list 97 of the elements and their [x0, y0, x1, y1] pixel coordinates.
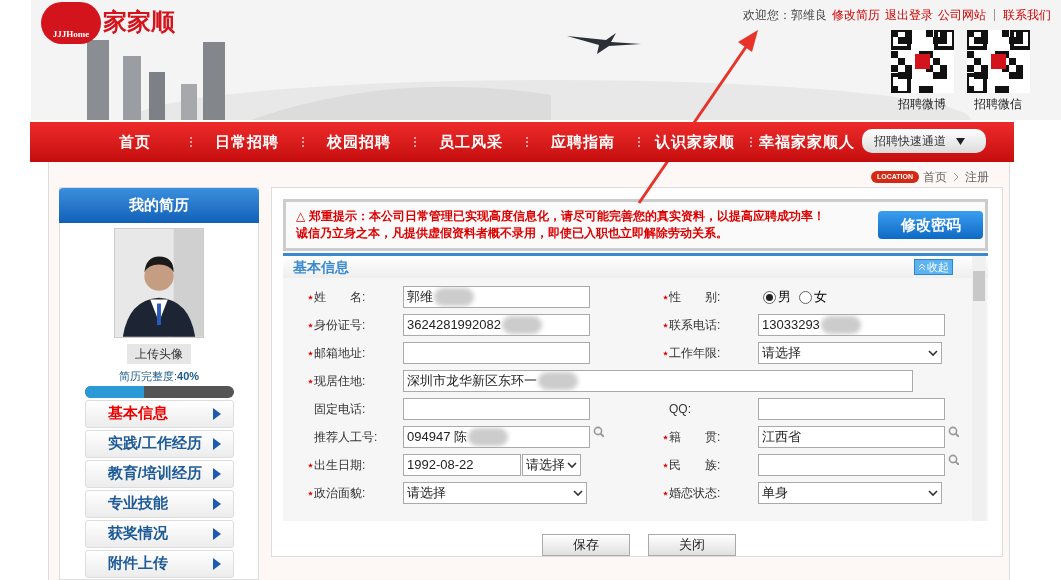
chevron-icon	[918, 262, 926, 272]
header-link[interactable]: 修改简历	[832, 6, 880, 24]
form-button[interactable]: 保存	[542, 534, 630, 556]
logo-text: 家家顺	[103, 7, 175, 37]
field-label: 身份证号:	[314, 317, 366, 334]
breadcrumb-item[interactable]: 首页	[923, 168, 947, 186]
arrow-icon	[212, 437, 221, 450]
field-label: 推荐人工号:	[314, 429, 378, 446]
sidebar-item[interactable]: 附件上传	[84, 549, 234, 578]
field-value: 3624281992082	[407, 316, 501, 335]
quick-channel-select[interactable]: 招聘快速通道	[862, 129, 986, 153]
arrow-icon	[212, 527, 221, 540]
welcome-text: 欢迎您：郭维良	[743, 7, 827, 24]
field-label: 婚恋状态:	[669, 485, 721, 502]
arrow-icon	[212, 557, 221, 570]
select-value: 请选择	[762, 344, 801, 363]
caret-icon	[956, 137, 965, 145]
chevron-down-icon	[928, 349, 938, 357]
sidebar-item[interactable]: 专业技能	[84, 489, 234, 518]
nav-item[interactable]: 幸福家家顺人	[757, 130, 857, 154]
breadcrumb-item[interactable]: 注册	[965, 168, 989, 186]
arrow-icon	[212, 497, 221, 510]
notice-text: △ 郑重提示：本公司日常管理已实现高度信息化，请尽可能完善您的真实资料，以提高应聘成功率！	[296, 208, 827, 225]
field-value: 094947 陈	[407, 428, 467, 447]
nav-item[interactable]: 首页	[85, 130, 185, 154]
input-field[interactable]: 13033293	[758, 314, 945, 336]
input-field[interactable]	[758, 398, 945, 420]
qr-label: 招聘微博	[898, 96, 946, 113]
header-link[interactable]: 退出登录	[885, 6, 933, 24]
select-value: 单身	[762, 484, 788, 503]
nav-item[interactable]: 应聘指南	[533, 130, 633, 154]
radio-option[interactable]: 男	[763, 287, 791, 307]
field-label: 民 族:	[669, 457, 721, 474]
qr-code-icon	[966, 30, 1030, 93]
sidebar-item[interactable]: 教育/培训经历	[84, 459, 234, 488]
sidebar-item[interactable]: 获奖情况	[84, 519, 234, 548]
arrow-icon	[212, 407, 221, 420]
sidebar-title: 我的简历	[59, 188, 259, 223]
field-label: QQ:	[669, 401, 691, 418]
notice-text: 诚信乃立身之本，凡提供虚假资料者概不录用，即使已入职也立即解除劳动关系。	[296, 225, 729, 242]
scrollbar-thumb[interactable]	[973, 271, 985, 301]
field-label: 联系电话:	[669, 317, 721, 334]
input-field[interactable]: 094947 陈	[403, 426, 590, 448]
change-password-button[interactable]: 修改密码	[878, 211, 983, 239]
field-value: 郭维	[407, 288, 433, 307]
select-field[interactable]: 请选择	[758, 342, 942, 364]
input-field[interactable]: 深圳市龙华新区东环一	[403, 370, 913, 392]
select-field[interactable]: 请选择	[403, 482, 587, 504]
select-field[interactable]: 单身	[758, 482, 942, 504]
select-field[interactable]: 请选择	[522, 454, 581, 476]
input-field[interactable]: 江西省	[758, 426, 945, 448]
input-field[interactable]	[403, 342, 590, 364]
field-label: 现居住地:	[314, 373, 366, 390]
radio-button[interactable]	[763, 290, 776, 304]
field-label: 工作年限:	[669, 345, 721, 362]
radio-option[interactable]: 女	[799, 287, 827, 307]
select-value: 请选择	[526, 456, 565, 475]
input-field[interactable]: 3624281992082	[403, 314, 590, 336]
scrollbar[interactable]	[972, 256, 986, 521]
field-label: 出生日期:	[314, 457, 366, 474]
completeness-text: 简历完整度:40%	[118, 369, 200, 384]
field-value: 13033293	[762, 316, 820, 335]
field-label: 性 别:	[669, 289, 721, 306]
input-field[interactable]: 郭维	[403, 286, 590, 308]
chevron-down-icon	[567, 461, 577, 469]
qr-label: 招聘微信	[974, 96, 1022, 113]
nav-item[interactable]: 员工风采	[421, 130, 521, 154]
field-value: 深圳市龙华新区东环一	[407, 372, 537, 391]
chevron-down-icon	[573, 489, 583, 497]
radio-button[interactable]	[799, 290, 812, 304]
date-field[interactable]: 1992-08-22	[403, 454, 521, 476]
arrow-icon	[212, 467, 221, 480]
search-icon[interactable]	[948, 426, 959, 437]
upload-photo-button[interactable]: 上传头像	[127, 344, 191, 364]
field-label: 政治面貌:	[314, 485, 366, 502]
field-value: 江西省	[762, 428, 801, 447]
field-label: 姓 名:	[314, 289, 366, 306]
field-label: 邮箱地址:	[314, 345, 366, 362]
chevron-right-icon	[953, 172, 959, 182]
field-label: 籍 贯:	[669, 429, 721, 446]
nav-item[interactable]: 校园招聘	[309, 130, 409, 154]
select-value: 请选择	[407, 484, 446, 503]
nav-item[interactable]: 日常招聘	[197, 130, 297, 154]
input-field[interactable]	[403, 398, 590, 420]
input-field[interactable]	[758, 454, 945, 476]
sidebar-item[interactable]: 基本信息	[84, 399, 234, 428]
sidebar-item[interactable]: 实践/工作经历	[84, 429, 234, 458]
chevron-down-icon	[928, 489, 938, 497]
search-icon[interactable]	[948, 454, 959, 465]
search-icon[interactable]	[593, 426, 604, 437]
form-button[interactable]: 关闭	[648, 534, 736, 556]
header-link[interactable]: 公司网站	[938, 6, 986, 24]
qr-code-icon	[890, 30, 954, 93]
header-link[interactable]: 联系我们	[1003, 6, 1051, 24]
nav-item[interactable]: 认识家家顺	[645, 130, 745, 154]
section-title: 基本信息	[293, 257, 349, 277]
field-label: 固定电话:	[314, 401, 366, 418]
